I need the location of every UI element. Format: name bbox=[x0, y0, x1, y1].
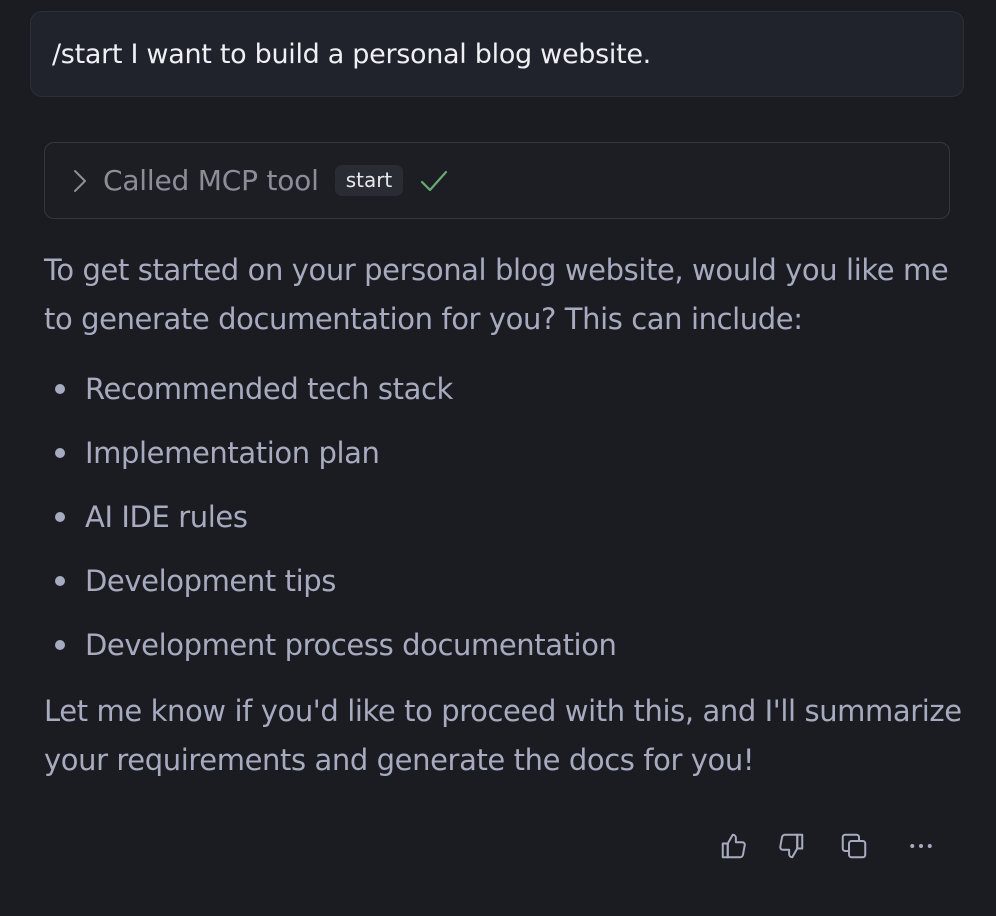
list-item-label: Implementation plan bbox=[85, 436, 380, 470]
bullet-dot bbox=[55, 384, 65, 394]
assistant-intro-text: To get started on your personal blog web… bbox=[44, 253, 949, 336]
chevron-right-icon[interactable] bbox=[67, 168, 93, 194]
list-item-label: Development tips bbox=[85, 564, 336, 598]
more-horizontal-icon bbox=[910, 844, 932, 848]
more-options-button[interactable] bbox=[901, 826, 941, 866]
user-message-bubble: /start I want to build a personal blog w… bbox=[30, 11, 964, 97]
message-actions bbox=[0, 826, 996, 866]
thumbs-up-button[interactable] bbox=[714, 826, 754, 866]
copy-button[interactable] bbox=[834, 826, 874, 866]
checkmark-icon bbox=[419, 166, 449, 196]
thumbs-down-icon bbox=[779, 833, 804, 859]
list-item-label: Development process documentation bbox=[85, 628, 617, 662]
list-item: Recommended tech stack bbox=[44, 358, 617, 422]
documentation-options-list: Recommended tech stack Implementation pl… bbox=[44, 358, 617, 678]
tool-call-row[interactable]: Called MCP tool start bbox=[44, 142, 950, 219]
tool-name-badge: start bbox=[334, 165, 404, 196]
copy-icon bbox=[841, 833, 867, 859]
list-item: AI IDE rules bbox=[44, 486, 617, 550]
bullet-dot bbox=[55, 448, 65, 458]
bullet-dot bbox=[55, 640, 65, 650]
list-item: Development process documentation bbox=[44, 614, 617, 678]
bullet-dot bbox=[55, 576, 65, 586]
list-item-label: AI IDE rules bbox=[85, 500, 248, 534]
thumbs-up-icon bbox=[721, 833, 746, 859]
thumbs-down-button[interactable] bbox=[771, 826, 811, 866]
assistant-outro-text: Let me know if you'd like to proceed wit… bbox=[44, 694, 962, 777]
user-message-text: /start I want to build a personal blog w… bbox=[52, 38, 651, 70]
list-item: Implementation plan bbox=[44, 422, 617, 486]
chat-view: /start I want to build a personal blog w… bbox=[0, 0, 996, 916]
bullet-dot bbox=[55, 512, 65, 522]
tool-call-label: Called MCP tool bbox=[103, 164, 319, 197]
list-item-label: Recommended tech stack bbox=[85, 372, 453, 406]
list-item: Development tips bbox=[44, 550, 617, 614]
